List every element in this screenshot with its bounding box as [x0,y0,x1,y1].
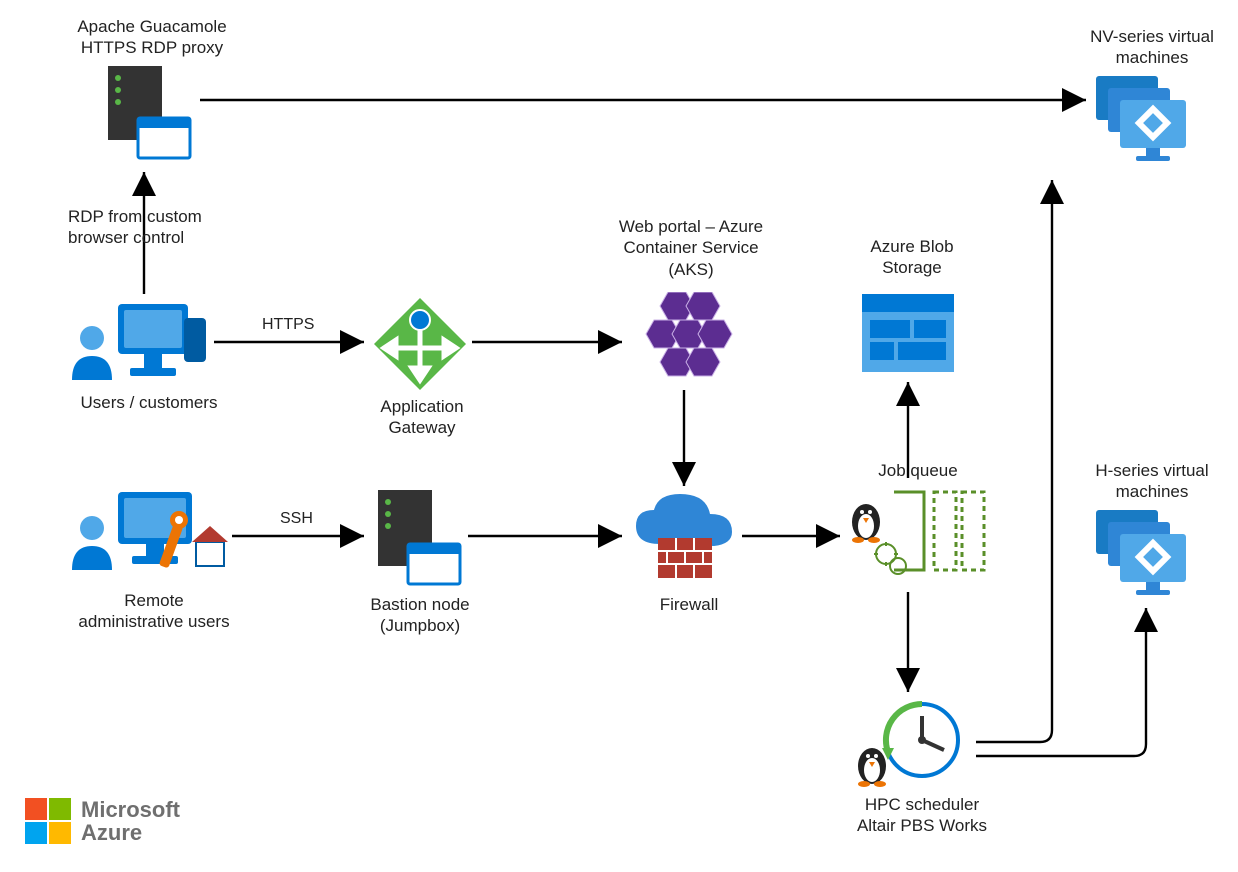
label-blob: Azure Blob Storage [832,236,992,279]
label-sched: HPC scheduler Altair PBS Works [832,794,1012,837]
edge-https: HTTPS [262,316,314,334]
h-vm-icon [1096,510,1196,596]
firewall-icon [630,494,738,586]
label-rdp-edge: RDP from custom browser control [68,206,238,249]
hpc-scheduler-icon [852,700,972,790]
label-guacamole: Apache Guacamole HTTPS RDP proxy [62,16,242,59]
ms-azure-logo: Microsoft Azure [25,798,180,844]
label-jobq: Job queue [848,460,988,481]
label-aks: Web portal – Azure Container Service (AK… [596,216,786,280]
server-proxy-icon [104,66,194,162]
users-icon [72,300,212,390]
label-users: Users / customers [64,392,234,413]
label-bastion: Bastion node (Jumpbox) [340,594,500,637]
nv-vm-icon [1096,76,1196,162]
brand-line2: Azure [81,821,180,844]
label-appgw: Application Gateway [352,396,492,439]
blob-storage-icon [862,294,954,372]
remote-admin-icon [72,490,232,585]
label-h: H-series virtual machines [1072,460,1232,503]
appgw-icon [372,296,468,392]
label-remote-admins: Remote administrative users [54,590,254,633]
aks-icon [632,292,742,382]
microsoft-logo-icon [25,798,71,844]
edge-ssh: SSH [280,510,313,528]
arrow-sched-to-h [976,608,1146,756]
label-firewall: Firewall [624,594,754,615]
label-nv: NV-series virtual machines [1072,26,1232,69]
brand-line1: Microsoft [81,798,180,821]
bastion-icon [372,490,464,588]
job-queue-icon [848,488,988,580]
